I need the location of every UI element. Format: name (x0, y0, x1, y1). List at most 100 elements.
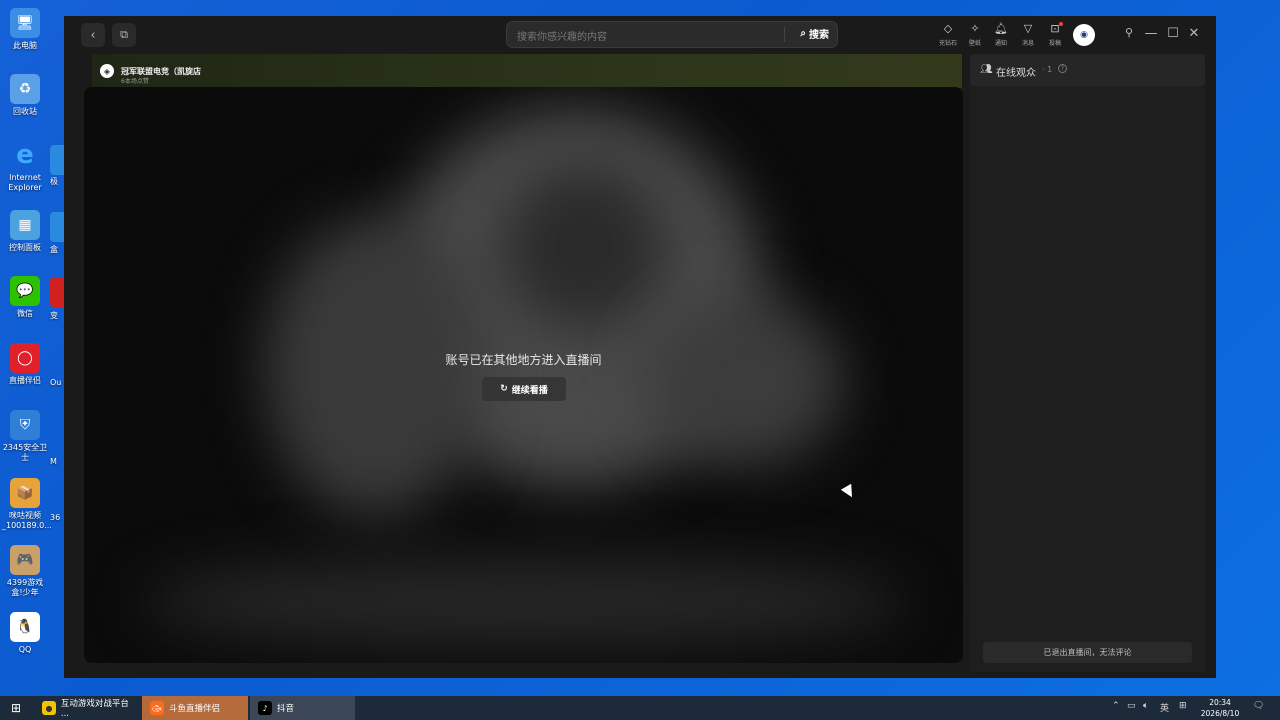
taskbar-item-label: 斗鱼直播伴侣 (169, 704, 221, 714)
search-divider (784, 27, 785, 42)
video-blur (644, 297, 844, 467)
partial-desktop-label: 盒 (50, 245, 58, 254)
continue-watching-button[interactable]: ↻ 继续看播 (482, 377, 566, 401)
windows-icon: ⊞ (10, 701, 22, 715)
users-icon: 👥︎ (980, 64, 993, 75)
notification-button[interactable]: 🔔︎ 通知 (988, 22, 1014, 47)
douyu-icon: 🐟︎ (150, 701, 164, 715)
maximize-button[interactable]: ☐ (1165, 26, 1181, 41)
partial-desktop-label: Ou (50, 378, 62, 387)
minimize-button[interactable]: — (1143, 26, 1159, 41)
desktop-icon-recycle-bin[interactable]: ♻ 回收站 (2, 74, 48, 117)
toolbar-label: 充钻石 (938, 40, 957, 47)
douyin-icon: ♪ (258, 701, 272, 715)
clock-date: 2026/8/10 (1200, 709, 1240, 718)
popout-icon: ⧉ (120, 28, 128, 41)
recharge-button[interactable]: ◇ 充钻石 (935, 22, 961, 47)
chevron-left-icon: ‹ (90, 27, 96, 43)
wallpaper-button[interactable]: ✧ 壁纸 (962, 22, 988, 47)
channel-likes: 6本场点赞 (121, 78, 149, 85)
video-blur (144, 557, 904, 647)
game-platform-icon: ● (42, 701, 56, 715)
continue-watching-label: 继续看播 (511, 385, 548, 396)
message-button[interactable]: ▽ 消息 (1015, 22, 1041, 47)
popout-button[interactable]: ⧉ (112, 23, 136, 47)
start-button[interactable]: ⊞ (0, 696, 32, 720)
volume-icon[interactable]: 🔈︎ (1143, 701, 1148, 711)
search-input[interactable]: 搜索你感兴趣的内容 (517, 28, 607, 43)
desktop-icon-label: 2345安全卫士 (2, 443, 48, 462)
stream-header: ◈ 冠军联盟电竞（凯旋店 6本场点赞 (92, 54, 962, 88)
wechat-icon: 💬 (10, 276, 40, 306)
diamond-icon: ◇ (943, 22, 953, 35)
computer-icon: 🖥 (10, 8, 40, 38)
taskbar-item-game-platform[interactable]: ● 互动游戏对战平台 ... (34, 696, 139, 720)
ime-indicator[interactable]: 英 (1160, 701, 1169, 714)
partial-desktop-label: M (50, 457, 57, 466)
notification-dot (1059, 22, 1063, 26)
pin-icon: ⚲ (1124, 26, 1134, 39)
video-player[interactable]: 账号已在其他地方进入直播间 ↻ 继续看播 (84, 87, 963, 663)
help-icon[interactable]: ? (1058, 64, 1067, 73)
session-message: 账号已在其他地方进入直播间 (445, 353, 602, 367)
wallpaper-icon: ✧ (970, 22, 980, 35)
desktop-icon-label: QQ (18, 645, 32, 654)
qq-icon: 🐧 (10, 612, 40, 642)
audience-panel: 👥︎ 在线观众 · 1 ? 已退出直播间，无法评论 (970, 54, 1205, 672)
desktop-icon-migu[interactable]: 📦 咪咕视频_100189.0... (2, 478, 52, 531)
ime-mode-icon[interactable]: ⊞ (1179, 701, 1187, 711)
search-button[interactable]: ⌕ 搜索 (800, 26, 829, 41)
network-icon[interactable]: ▭ (1127, 701, 1136, 711)
tray-expand-icon[interactable]: ⌃ (1112, 701, 1120, 711)
desktop-icon-label: 微信 (17, 309, 33, 318)
minimize-icon: — (1144, 26, 1158, 41)
audience-header[interactable]: 👥︎ 在线观众 · 1 ? (970, 54, 1205, 86)
desktop-icon-ie[interactable]: e Internet Explorer (2, 140, 48, 193)
taskbar: ⊞ ● 互动游戏对战平台 ... 🐟︎ 斗鱼直播伴侣 ♪ 抖音 ⌃ ▭ 🔈︎ 英… (0, 696, 1280, 720)
control-panel-icon: ▦ (10, 210, 40, 240)
ie-icon: e (16, 140, 34, 170)
partial-desktop-label: 极 (50, 177, 58, 186)
game-box-icon: 🎮 (10, 545, 40, 575)
close-icon: ✕ (1188, 26, 1200, 41)
desktop-icon-control-panel[interactable]: ▦ 控制面板 (2, 210, 48, 253)
desktop-icon-label: 4399游戏盒!少年 (6, 578, 44, 597)
desktop-icon-label: 回收站 (13, 107, 37, 116)
submit-icon: ⊡ (1050, 22, 1060, 35)
desktop-icon-computer[interactable]: 🖥 此电脑 (2, 8, 48, 51)
comment-disabled-notice: 已退出直播间，无法评论 (983, 642, 1192, 663)
desktop-icon-label: 控制面板 (9, 243, 41, 252)
clock-time: 20:34 (1209, 698, 1231, 707)
bell-icon: 🔔︎ (994, 22, 1008, 35)
close-button[interactable]: ✕ (1186, 26, 1202, 41)
toolbar-label: 投稿 (1048, 40, 1061, 47)
avatar[interactable]: ◉ (1073, 24, 1095, 46)
taskbar-item-douyu[interactable]: 🐟︎ 斗鱼直播伴侣 (142, 696, 248, 720)
pin-button[interactable]: ⚲ (1121, 26, 1137, 39)
message-icon: ▽ (1023, 22, 1033, 35)
shield-icon: ⛨ (10, 410, 40, 440)
video-blur (504, 167, 664, 327)
package-icon: 📦 (10, 478, 40, 508)
desktop-icon-2345[interactable]: ⛨ 2345安全卫士 (2, 410, 48, 463)
notification-center-icon[interactable]: 🗨︎ (1253, 701, 1264, 711)
desktop-icon-4399[interactable]: 🎮 4399游戏盒!少年 (2, 545, 48, 598)
recycle-bin-icon: ♻ (10, 74, 40, 104)
channel-logo-icon[interactable]: ◈ (100, 64, 114, 78)
search-bar[interactable]: 搜索你感兴趣的内容 ⌕ 搜索 (506, 21, 838, 48)
audience-title: 在线观众 (996, 68, 1036, 79)
submit-button[interactable]: ⊡ 投稿 (1042, 22, 1068, 47)
taskbar-item-label: 抖音 (277, 704, 295, 714)
refresh-icon: ↻ (500, 384, 508, 394)
desktop-icon-wechat[interactable]: 💬 微信 (2, 276, 48, 319)
desktop-icon-live-companion[interactable]: ◯ 直播伴侣 (2, 343, 48, 386)
clock[interactable]: 20:34 2026/8/10 (1195, 697, 1245, 719)
maximize-icon: ☐ (1167, 26, 1179, 41)
taskbar-item-douyin[interactable]: ♪ 抖音 (250, 696, 355, 720)
search-icon: ⌕ (800, 28, 806, 39)
desktop-icon-qq[interactable]: 🐧 QQ (2, 612, 48, 655)
desktop-icon-label: 咪咕视频_100189.0... (2, 511, 52, 530)
user-avatar-icon: ◉ (1080, 30, 1088, 40)
back-button[interactable]: ‹ (81, 23, 105, 47)
toolbar-label: 消息 (1021, 40, 1034, 47)
